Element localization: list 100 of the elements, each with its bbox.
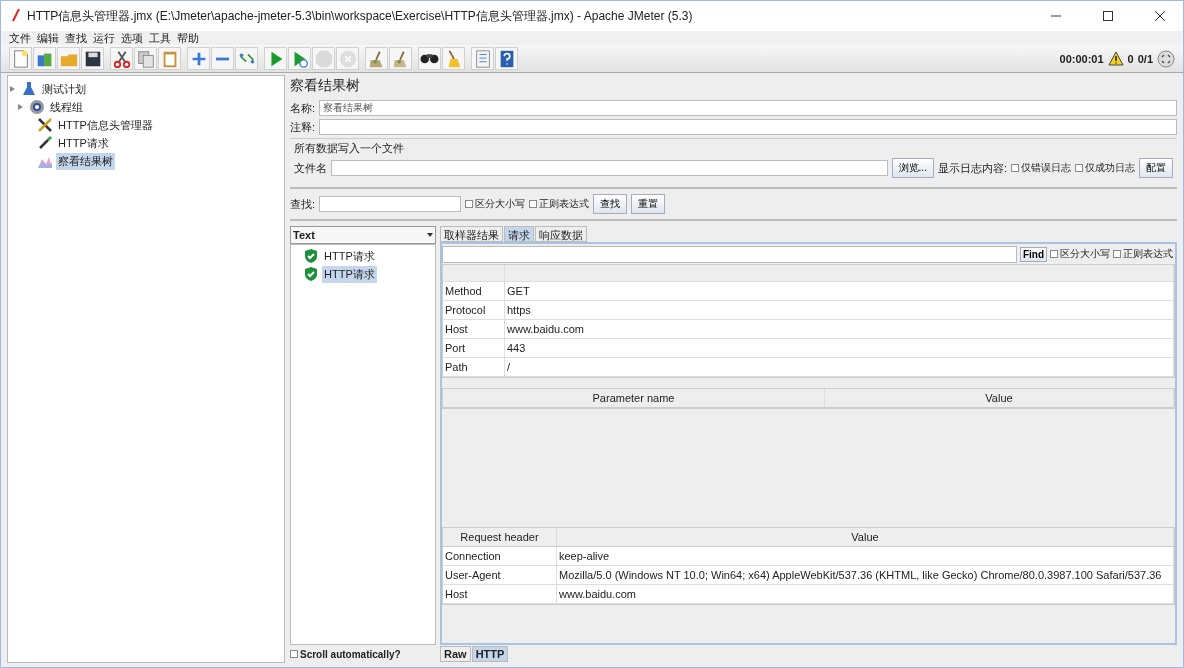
- renderer-dropdown[interactable]: Text: [290, 226, 436, 244]
- maximize-icon: [1103, 11, 1113, 21]
- comment-label: 注释:: [290, 119, 316, 135]
- shield-check-icon: [303, 266, 319, 282]
- config-button[interactable]: 配置: [1139, 158, 1173, 178]
- menu-item[interactable]: 帮助: [177, 30, 199, 46]
- expander-icon[interactable]: [10, 85, 15, 92]
- plus-icon-button[interactable]: [187, 47, 210, 70]
- tree-item[interactable]: 测试计划: [40, 80, 88, 98]
- tree-item[interactable]: 线程组: [48, 98, 85, 116]
- broom-icon-button[interactable]: [389, 47, 412, 70]
- checkbox[interactable]: 仅错误日志: [1011, 161, 1071, 175]
- help-icon-button[interactable]: [495, 47, 518, 70]
- scissors-icon-button[interactable]: [110, 47, 133, 70]
- column-header: Value: [825, 389, 1174, 408]
- menu-item[interactable]: 编辑: [37, 30, 59, 46]
- tree-item[interactable]: HTTP请求: [56, 134, 111, 152]
- panel-title: 察看结果树: [290, 77, 361, 95]
- checkbox[interactable]: 仅成功日志: [1075, 161, 1135, 175]
- table-cell: Connection: [443, 547, 557, 566]
- result-item[interactable]: HTTP请求: [322, 265, 377, 283]
- table-cell: 443: [505, 339, 1174, 358]
- checkbox[interactable]: Scroll automatically?: [290, 648, 401, 660]
- search-button[interactable]: 查找: [593, 194, 628, 214]
- table-cell: keep-alive: [557, 547, 1174, 566]
- table-cell: Host: [443, 585, 557, 604]
- find-button[interactable]: Find: [1019, 246, 1047, 262]
- column-header: Parameter name: [443, 389, 825, 408]
- log-label: 显示日志内容:: [937, 160, 1007, 176]
- book-stack-icon-button[interactable]: [33, 47, 56, 70]
- table-cell: Path: [443, 358, 505, 377]
- menu-item[interactable]: 工具: [149, 30, 171, 46]
- menu-item[interactable]: 运行: [93, 30, 115, 46]
- shutdown-icon: [337, 48, 358, 69]
- section-title: 所有数据写入一个文件: [294, 141, 405, 156]
- flask-icon: [21, 81, 37, 97]
- table-cell: www.baidu.com: [557, 585, 1174, 604]
- list-icon-button[interactable]: [471, 47, 494, 70]
- filename-field[interactable]: [331, 160, 888, 176]
- play-icon-button[interactable]: [264, 47, 287, 70]
- table-cell: User-Agent: [443, 566, 557, 585]
- binoculars-icon: [420, 53, 439, 64]
- result-item[interactable]: HTTP请求: [322, 247, 377, 265]
- table-cell: Protocol: [443, 301, 505, 320]
- caret-icon: [427, 233, 433, 237]
- save-icon-button[interactable]: [81, 47, 104, 70]
- tab[interactable]: 响应数据: [535, 226, 587, 242]
- table-cell: Mozilla/5.0 (Windows NT 10.0; Win64; x64) AppleWebKit/537.36 (KHTML, like Gecko) Chrome/80.0.3987.100 Safari/537.36: [557, 566, 1174, 585]
- expander-icon[interactable]: [18, 103, 23, 110]
- search-label: 查找:: [290, 196, 316, 212]
- search-field[interactable]: [319, 196, 462, 212]
- find-field[interactable]: [442, 245, 1017, 263]
- window-title: HTTP信息头管理器.jmx (E:\Jmeter\apache-jmeter-5.3\bin\workspace\Exercise\HTTP信息头管理器.jmx) - Apache JMeter (5.3): [27, 7, 693, 25]
- tab[interactable]: Raw: [440, 646, 471, 662]
- comment-field[interactable]: [319, 119, 1177, 135]
- tab[interactable]: HTTP: [471, 646, 509, 662]
- column-header: Value: [557, 528, 1174, 547]
- pipette-icon: [37, 135, 53, 151]
- tree-item[interactable]: HTTP信息头管理器: [56, 116, 155, 134]
- checkbox[interactable]: 正则表达式: [1113, 247, 1173, 261]
- warning-icon[interactable]: [1107, 51, 1124, 66]
- menu-item[interactable]: 查找: [65, 30, 87, 46]
- feather-icon: [11, 9, 21, 23]
- circle-arrows-icon[interactable]: [1157, 49, 1175, 68]
- play-icon-button[interactable]: [288, 47, 311, 70]
- broom-icon-button[interactable]: [365, 47, 388, 70]
- wrench-icon: [37, 117, 53, 133]
- clipboard-icon-button[interactable]: [158, 47, 181, 70]
- column-header: Request header: [443, 528, 557, 547]
- tab[interactable]: 取样器结果: [440, 226, 503, 242]
- table-cell: https: [505, 301, 1174, 320]
- copy-icon: [135, 48, 156, 69]
- shield-check-icon: [303, 248, 319, 264]
- browse-button[interactable]: 浏览...: [891, 158, 934, 178]
- elapsed-time: 00:00:01: [1059, 52, 1104, 65]
- new-file-icon-button[interactable]: [9, 47, 32, 70]
- table-cell: Method: [443, 282, 505, 301]
- thread-count: 0/1: [1137, 52, 1153, 65]
- binoculars-icon-button[interactable]: [418, 47, 441, 70]
- toggle-icon-button[interactable]: [235, 47, 258, 70]
- minus-icon: [215, 56, 230, 61]
- checkbox[interactable]: 区分大小写: [465, 197, 526, 211]
- checkbox[interactable]: 区分大小写: [1050, 247, 1110, 261]
- error-count: 0: [1127, 52, 1134, 65]
- menu-item[interactable]: 选项: [121, 30, 143, 46]
- tree-item[interactable]: 察看结果树: [56, 152, 115, 170]
- minus-icon-button[interactable]: [211, 47, 234, 70]
- stop-icon: [313, 48, 334, 69]
- checkbox[interactable]: 正则表达式: [529, 197, 590, 211]
- table-cell: /: [505, 358, 1174, 377]
- table-cell: Port: [443, 339, 505, 358]
- name-label: 名称:: [290, 100, 316, 116]
- table-cell: Host: [443, 320, 505, 339]
- file-label: 文件名: [294, 160, 327, 176]
- table-cell: www.baidu.com: [505, 320, 1174, 339]
- reset-button[interactable]: 重置: [631, 194, 666, 214]
- tab[interactable]: 请求: [504, 226, 534, 242]
- table-cell: GET: [505, 282, 1174, 301]
- name-field[interactable]: 察看结果树: [319, 100, 1177, 116]
- menu-item[interactable]: 文件: [9, 30, 31, 46]
